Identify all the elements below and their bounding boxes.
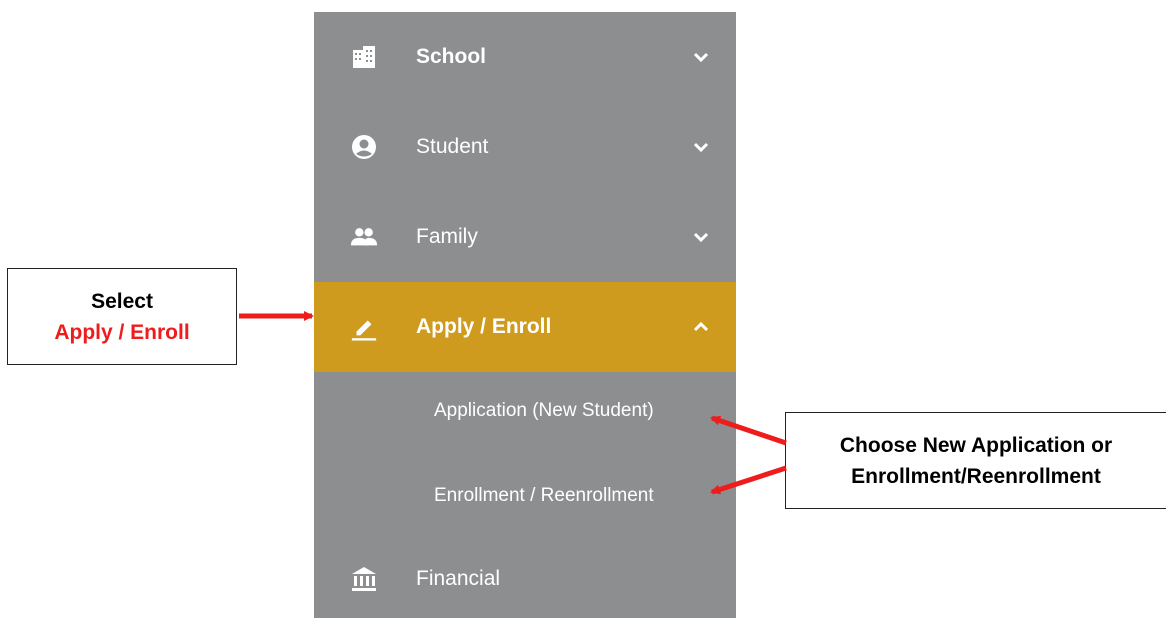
arrow-to-enrollment	[710, 465, 787, 495]
annotation-arrows	[239, 311, 787, 495]
arrow-to-application	[710, 415, 787, 446]
